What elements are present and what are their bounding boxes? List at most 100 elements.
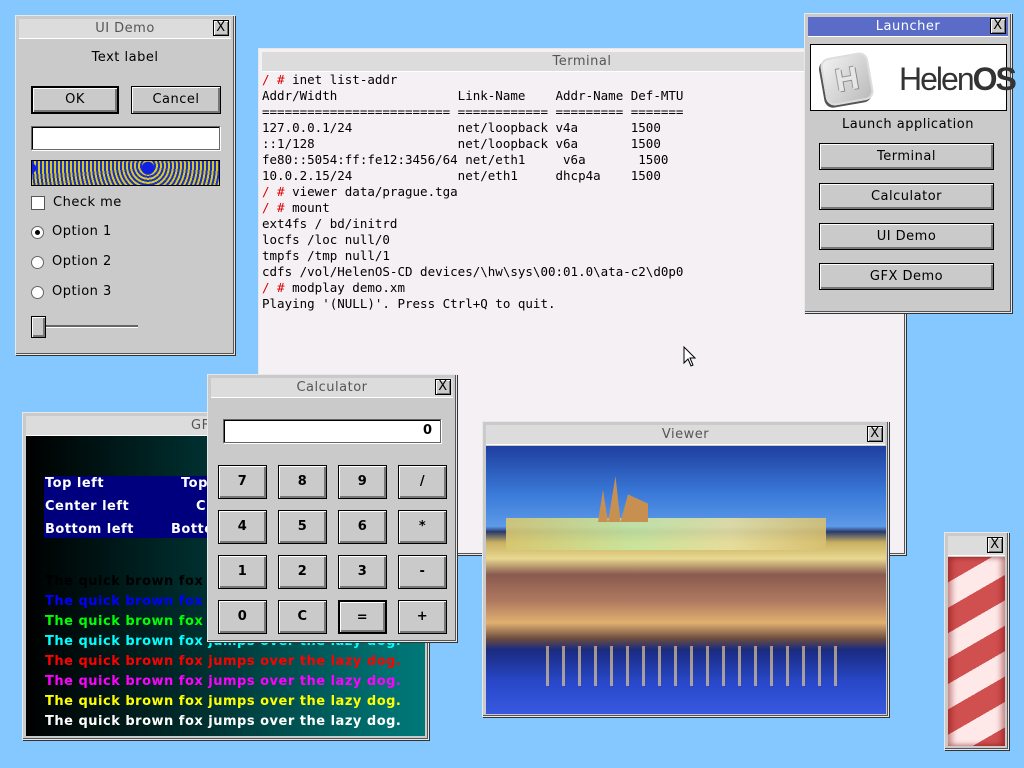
key-label: 4 — [237, 519, 248, 534]
launch-ui-demo-button[interactable]: UI Demo — [819, 223, 994, 250]
line-text: ext4fs / bd/initrd — [262, 216, 398, 231]
launch-calculator-button[interactable]: Calculator — [819, 183, 994, 210]
calc-key-minus[interactable]: - — [398, 555, 447, 589]
calc-key-8[interactable]: 8 — [278, 465, 327, 499]
calc-key-0[interactable]: 0 — [218, 600, 267, 634]
barber-pole-window: X — [944, 532, 1009, 750]
cathedral — [598, 476, 648, 522]
prompt: / # — [262, 280, 285, 295]
launch-terminal-button[interactable]: Terminal — [819, 143, 994, 170]
calc-key-multiply[interactable]: * — [398, 510, 447, 544]
slider-track[interactable] — [36, 325, 138, 328]
pangram-line: The quick brown fox jumps over the lazy … — [45, 654, 402, 669]
prompt: / # — [262, 200, 285, 215]
button-label: Calculator — [870, 189, 942, 204]
key-label: * — [418, 519, 427, 534]
box-text-right: C — [196, 499, 207, 514]
radio-option-1[interactable] — [31, 226, 44, 239]
mouse-cursor-icon — [683, 346, 697, 367]
line-text: Addr/Width Link-Name Addr-Name Def-MTU — [262, 88, 684, 103]
logo-text-helen: Helen — [899, 61, 975, 97]
slider-thumb[interactable] — [31, 316, 46, 338]
line-text: 127.0.0.1/24 net/loopback v4a 1500 — [262, 120, 661, 135]
prague-image — [486, 446, 886, 714]
line-text: locfs /loc null/0 — [262, 232, 390, 247]
radio-option-3[interactable] — [31, 286, 44, 299]
key-label: 5 — [297, 519, 308, 534]
radio-label-3: Option 3 — [52, 284, 112, 299]
calc-key-equals[interactable]: = — [338, 600, 387, 634]
close-icon: X — [438, 379, 448, 394]
close-button[interactable]: X — [213, 20, 229, 36]
launcher-title: Launcher — [875, 19, 941, 34]
close-button[interactable]: X — [990, 18, 1006, 34]
close-icon: X — [216, 20, 226, 35]
ui-demo-titlebar[interactable]: UI Demo X — [19, 19, 231, 39]
key-label: - — [419, 564, 426, 579]
ui-demo-window: UI Demo X Text label OK Cancel Check me … — [15, 15, 235, 355]
terminal-title: Terminal — [552, 54, 612, 69]
barber-pole-titlebar[interactable]: X — [948, 536, 1005, 556]
pangram-line: The quick brown fox jumps over the lazy … — [45, 674, 402, 689]
key-label: / — [419, 474, 426, 489]
box-text-left: Top left — [45, 476, 105, 491]
calculator-titlebar[interactable]: Calculator X — [211, 378, 453, 398]
line-text: ========================= ============ =… — [262, 104, 684, 119]
launcher-window: Launcher X H HelenOS Launch application … — [804, 13, 1017, 313]
calc-key-1[interactable]: 1 — [218, 555, 267, 589]
key-label: 7 — [237, 474, 248, 489]
check-me-checkbox[interactable] — [31, 196, 45, 210]
calc-key-3[interactable]: 3 — [338, 555, 387, 589]
line-text: ::1/128 net/loopback v6a 1500 — [262, 136, 661, 151]
river-reflections — [546, 646, 846, 686]
viewer-titlebar[interactable]: Viewer X — [486, 425, 885, 445]
line-text: fe80::5054:ff:fe12:3456/64 net/eth1 v6a … — [262, 152, 669, 167]
calc-key-6[interactable]: 6 — [338, 510, 387, 544]
logo-text-os: OS — [972, 61, 1017, 97]
close-icon: X — [870, 426, 880, 441]
calculator-window: Calculator X 0 7 8 9 / 4 5 6 * 1 2 3 - 0 C = + — [207, 374, 457, 642]
prompt: / # — [262, 72, 285, 87]
prompt: / # — [262, 184, 285, 199]
close-button[interactable]: X — [987, 537, 1003, 553]
calc-key-7[interactable]: 7 — [218, 465, 267, 499]
launcher-titlebar[interactable]: Launcher X — [808, 17, 1008, 37]
box-text-right: Top — [181, 476, 208, 491]
line-text: cdfs /vol/HelenOS-CD devices/\hw\sys\00:… — [262, 264, 684, 279]
viewer-title: Viewer — [661, 427, 710, 442]
calculator-display[interactable]: 0 — [223, 419, 441, 443]
calc-key-plus[interactable]: + — [398, 600, 447, 634]
close-button[interactable]: X — [867, 426, 883, 442]
key-label: C — [297, 609, 308, 624]
key-label: 3 — [357, 564, 368, 579]
checkbox-label: Check me — [53, 195, 122, 210]
button-label: UI Demo — [876, 229, 937, 244]
launch-gfx-demo-button[interactable]: GFX Demo — [819, 263, 994, 290]
calc-key-9[interactable]: 9 — [338, 465, 387, 499]
calc-key-4[interactable]: 4 — [218, 510, 267, 544]
radio-label-2: Option 2 — [52, 254, 112, 269]
line-text: viewer data/prague.tga — [284, 184, 458, 199]
ok-button[interactable]: OK — [31, 86, 119, 114]
ok-label: OK — [65, 92, 85, 107]
calc-key-2[interactable]: 2 — [278, 555, 327, 589]
key-label: 8 — [297, 474, 308, 489]
launch-heading: Launch application — [842, 117, 974, 132]
line-text: modplay demo.xm — [284, 280, 405, 295]
pangram-line: The quick brown fox jumps over the lazy … — [45, 714, 402, 729]
close-button[interactable]: X — [435, 379, 451, 395]
calc-key-5[interactable]: 5 — [278, 510, 327, 544]
key-label: 6 — [357, 519, 368, 534]
calc-key-divide[interactable]: / — [398, 465, 447, 499]
calc-key-clear[interactable]: C — [278, 600, 327, 634]
cancel-label: Cancel — [152, 92, 200, 107]
radio-option-2[interactable] — [31, 256, 44, 269]
button-label: GFX Demo — [869, 269, 944, 284]
key-label: + — [416, 609, 429, 624]
line-text: mount — [284, 200, 330, 215]
text-entry[interactable] — [31, 126, 220, 150]
cancel-button[interactable]: Cancel — [131, 86, 221, 114]
calculator-title: Calculator — [296, 380, 368, 395]
key-label: 1 — [237, 564, 248, 579]
box-text-left: Center left — [45, 499, 130, 514]
